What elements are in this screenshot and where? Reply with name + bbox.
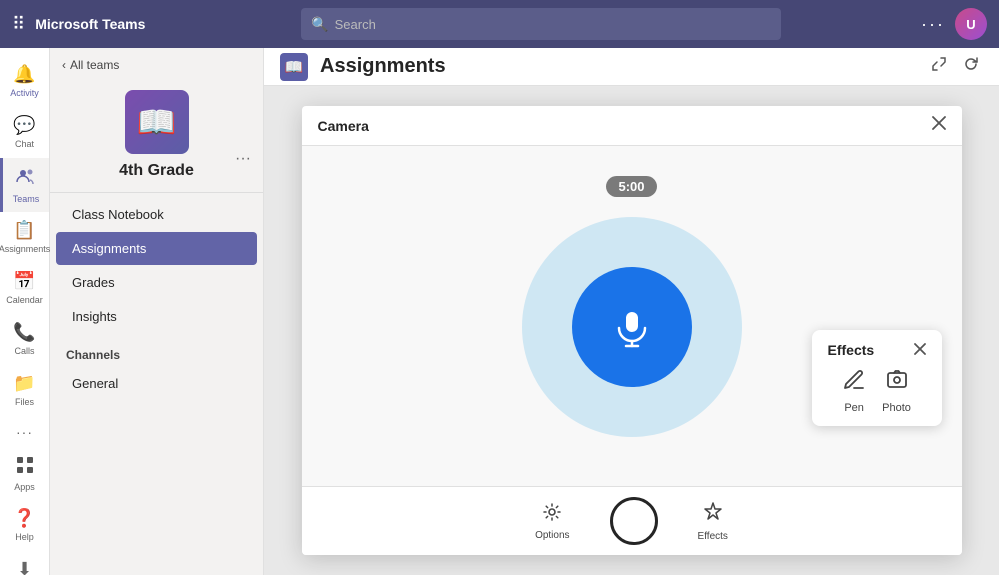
camera-body: 5:00 <box>302 146 962 486</box>
more-icon: ··· <box>16 424 33 440</box>
options-btn[interactable]: Options <box>535 502 569 541</box>
effects-toolbar-label: Effects <box>698 531 728 542</box>
assignments-nav-icon: 📋 <box>13 220 35 241</box>
calls-icon: 📞 <box>13 322 35 343</box>
search-input[interactable] <box>335 17 772 32</box>
sidebar-item-help[interactable]: ❓ Help <box>0 500 49 551</box>
effects-panel: Effects Pen <box>812 330 942 426</box>
apps-icon <box>16 456 34 479</box>
team-more-btn[interactable]: ··· <box>235 150 251 168</box>
teams-icon <box>16 166 36 191</box>
effects-toolbar-btn[interactable]: Effects <box>698 501 728 542</box>
content-area: 📖 Assignments Camera <box>264 48 999 575</box>
back-chevron-icon: ‹ <box>62 58 66 72</box>
camera-toolbar: Options Effects <box>302 486 962 555</box>
sidebar-item-apps[interactable]: Apps <box>0 448 49 501</box>
mic-outer-circle <box>522 217 742 437</box>
sidebar-item-calls[interactable]: 📞 Calls <box>0 314 49 365</box>
timer-badge: 5:00 <box>606 176 656 197</box>
sidebar-item-download[interactable]: ⬇ <box>0 551 49 575</box>
back-to-teams-btn[interactable]: ‹ All teams <box>50 48 263 82</box>
camera-modal-header: Camera <box>302 106 962 146</box>
sidebar-item-chat[interactable]: 💬 Chat <box>0 107 49 158</box>
effects-title: Effects <box>828 342 875 358</box>
nav-rail: 🔔 Activity 💬 Chat Teams 📋 Assignments � <box>0 48 50 575</box>
team-name: 4th Grade <box>119 162 194 180</box>
capture-btn[interactable] <box>610 497 658 545</box>
team-card: 📖 4th Grade ··· <box>50 82 263 193</box>
header-actions <box>927 52 983 81</box>
camera-close-btn[interactable] <box>932 116 946 135</box>
more-options-nav[interactable]: ··· <box>0 416 49 448</box>
files-icon: 📁 <box>13 373 35 394</box>
camera-modal: Camera 5:00 <box>302 106 962 555</box>
mic-inner-circle[interactable] <box>572 267 692 387</box>
avatar[interactable]: U <box>955 8 987 40</box>
pen-label: Pen <box>844 402 864 414</box>
sidebar-insights[interactable]: Insights <box>56 300 257 333</box>
more-options-btn[interactable]: ··· <box>921 14 945 35</box>
effects-options: Pen Photo <box>828 368 926 414</box>
effects-close-btn[interactable] <box>914 342 926 358</box>
main-area: 🔔 Activity 💬 Chat Teams 📋 Assignments � <box>0 48 999 575</box>
camera-modal-title: Camera <box>318 118 369 134</box>
effect-photo[interactable]: Photo <box>882 368 911 414</box>
refresh-btn[interactable] <box>959 52 983 81</box>
expand-btn[interactable] <box>927 52 951 81</box>
activity-icon: 🔔 <box>13 64 35 85</box>
options-label: Options <box>535 530 569 541</box>
sidebar-grades[interactable]: Grades <box>56 266 257 299</box>
search-bar: 🔍 <box>301 8 781 40</box>
options-icon <box>542 502 562 527</box>
capture-btn-inner <box>616 503 652 539</box>
effects-toolbar-icon <box>702 501 724 528</box>
sidebar-assignments[interactable]: Assignments <box>56 232 257 265</box>
sidebar-item-activity[interactable]: 🔔 Activity <box>0 56 49 107</box>
calendar-icon: 📅 <box>13 271 35 292</box>
search-icon: 🔍 <box>311 16 328 33</box>
top-bar: ⠿ Microsoft Teams 🔍 ··· U <box>0 0 999 48</box>
pen-icon <box>842 368 866 398</box>
camera-backdrop: Camera 5:00 <box>264 86 999 575</box>
sidebar: ‹ All teams 📖 4th Grade ··· Class Notebo… <box>50 48 264 575</box>
sidebar-channel-general[interactable]: General <box>56 367 257 400</box>
app-title: Microsoft Teams <box>35 16 145 32</box>
sidebar-class-notebook[interactable]: Class Notebook <box>56 198 257 231</box>
top-right-actions: ··· U <box>921 8 987 40</box>
sidebar-item-teams[interactable]: Teams <box>0 158 49 213</box>
download-icon: ⬇ <box>17 559 32 575</box>
waffle-icon[interactable]: ⠿ <box>12 14 25 35</box>
content-header: 📖 Assignments <box>264 48 999 86</box>
chat-icon: 💬 <box>13 115 35 136</box>
assignments-header-icon: 📖 <box>280 53 308 81</box>
effects-header: Effects <box>828 342 926 358</box>
effect-pen[interactable]: Pen <box>842 368 866 414</box>
photo-icon <box>885 368 909 398</box>
channels-section-header: Channels <box>50 338 263 366</box>
help-icon: ❓ <box>13 508 35 529</box>
sidebar-item-calendar[interactable]: 📅 Calendar <box>0 263 49 314</box>
photo-label: Photo <box>882 402 911 414</box>
page-title: Assignments <box>320 55 446 78</box>
sidebar-item-files[interactable]: 📁 Files <box>0 365 49 416</box>
team-icon: 📖 <box>125 90 189 154</box>
sidebar-item-assignments[interactable]: 📋 Assignments <box>0 212 49 263</box>
